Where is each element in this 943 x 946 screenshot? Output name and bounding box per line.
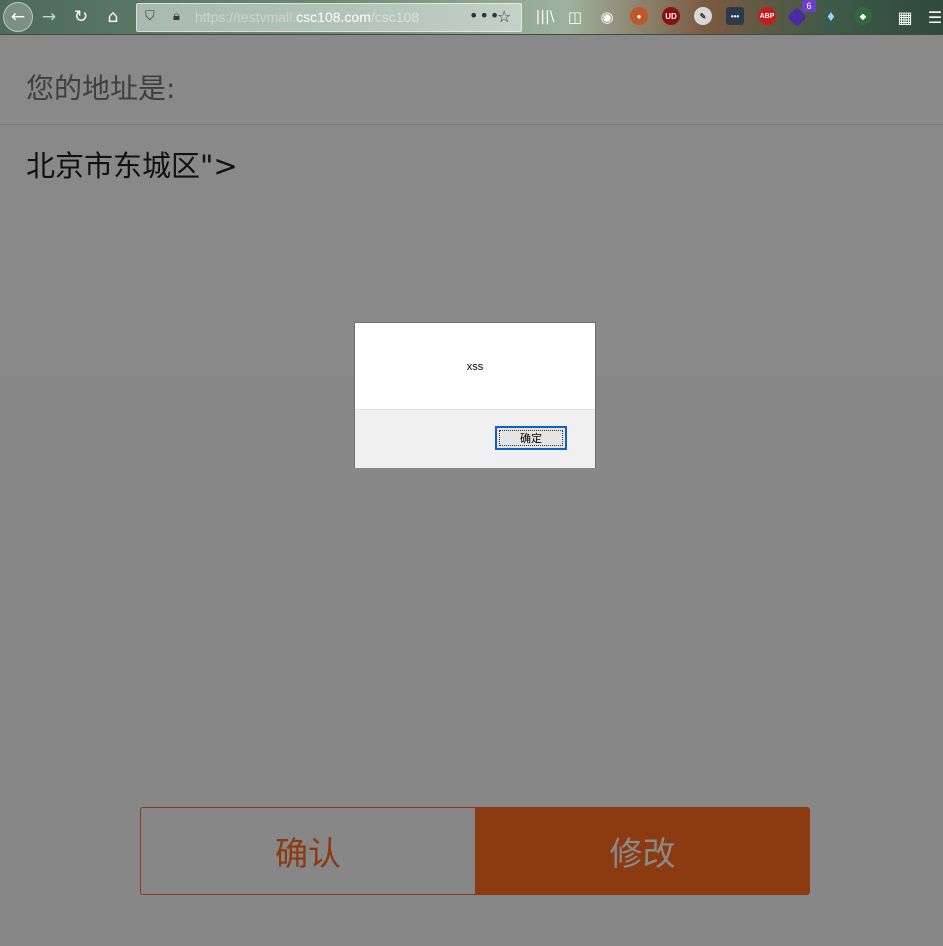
back-icon: ← <box>10 7 26 27</box>
sidebar-icon[interactable]: ◫ <box>562 4 588 30</box>
page-actions-icon[interactable]: ••• <box>469 6 500 25</box>
url-prefix: https://testvmall. <box>195 9 297 25</box>
alert-ok-label: 确定 <box>520 432 542 445</box>
adblock-icon[interactable]: ABP <box>758 7 776 25</box>
alert-dialog: xss 确定 <box>354 322 596 468</box>
confirm-button[interactable]: 确认 <box>140 807 475 895</box>
browser-toolbar: ← → ↻ ⌂ ⛉ 🔒︎ https://testvmall.csc108.co… <box>0 0 943 35</box>
address-value: 北京市东城区"> <box>26 149 238 183</box>
url-text[interactable]: https://testvmall.csc108.com/csc108 <box>195 9 419 25</box>
gem-icon[interactable]: ♦ <box>822 7 840 25</box>
lock-icon: 🔒︎ <box>173 9 180 24</box>
menu-icon[interactable]: ☰ <box>922 4 943 30</box>
url-host: csc108.com <box>296 9 371 25</box>
extension-icon[interactable]: ◆ <box>854 7 872 25</box>
page: 您的地址是: 北京市东城区"> 确认 修改 <box>0 35 943 946</box>
account-icon[interactable]: ◉ <box>594 4 620 30</box>
back-button[interactable]: ← <box>3 2 33 32</box>
bookmark-star-icon[interactable]: ☆ <box>497 7 511 26</box>
alert-footer: 确定 <box>355 409 595 468</box>
url-bar[interactable]: ⛉ 🔒︎ https://testvmall.csc108.com/csc108… <box>136 3 522 32</box>
ublock-icon[interactable]: UD <box>662 7 680 25</box>
extension-icon[interactable]: ✎ <box>694 7 712 25</box>
divider <box>0 124 943 125</box>
modify-button[interactable]: 修改 <box>475 807 810 895</box>
alert-message: xss <box>466 361 484 373</box>
adblock-label: ABP <box>759 12 775 20</box>
alert-ok-button[interactable]: 确定 <box>495 426 567 450</box>
forward-icon: → <box>41 7 57 27</box>
gift-icon[interactable]: ▦ <box>892 4 918 30</box>
extension-badge: 6 <box>802 0 816 12</box>
address-title: 您的地址是: <box>26 72 176 105</box>
home-icon: ⌂ <box>107 7 119 27</box>
extension-icon[interactable]: ● <box>630 7 648 25</box>
forward-button[interactable]: → <box>36 4 62 30</box>
home-button[interactable]: ⌂ <box>100 4 126 30</box>
dots-icon[interactable]: ••• <box>726 7 744 25</box>
ublock-label: UD <box>665 11 677 21</box>
action-buttons: 确认 修改 <box>140 807 810 895</box>
library-icon[interactable]: |||\ <box>532 4 558 30</box>
url-path: /csc108 <box>370 9 420 25</box>
shield-icon: ⛉ <box>145 9 155 24</box>
reload-button[interactable]: ↻ <box>68 4 94 30</box>
reload-icon: ↻ <box>73 7 89 27</box>
